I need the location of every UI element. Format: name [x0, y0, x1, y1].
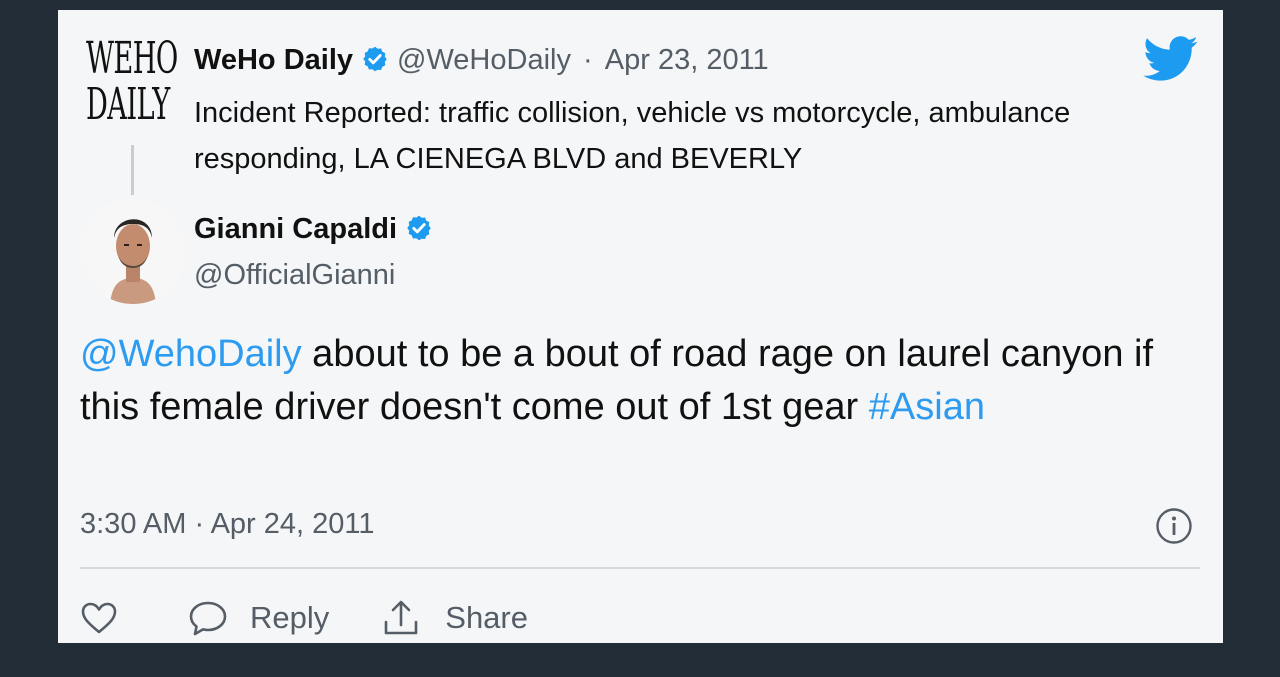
avatar[interactable] — [80, 198, 186, 304]
mention-link[interactable]: @WehoDaily — [80, 333, 302, 375]
info-icon[interactable] — [1155, 507, 1193, 545]
tweet-text: @WehoDaily about to be a bout of road ra… — [80, 328, 1190, 434]
avatar-image — [80, 198, 186, 304]
author-name[interactable]: Gianni Capaldi — [194, 213, 397, 245]
thread-connector-line — [131, 145, 134, 195]
parent-author-name[interactable]: WeHo Daily — [194, 44, 353, 76]
parent-author-row: WeHo Daily @WeHoDaily · Apr 23, 2011 — [194, 44, 769, 77]
verified-badge-icon — [407, 215, 431, 241]
action-bar: Reply Share — [80, 593, 528, 643]
reply-bubble-icon — [189, 601, 227, 636]
hashtag-link[interactable]: #Asian — [869, 386, 985, 428]
divider — [80, 567, 1200, 569]
author-row: Gianni Capaldi — [194, 213, 433, 246]
parent-tweet-text: Incident Reported: traffic collision, ve… — [194, 97, 1071, 175]
reply-label: Reply — [250, 600, 330, 635]
share-icon — [384, 600, 418, 635]
author-handle[interactable]: @OfficialGianni — [194, 259, 395, 292]
twitter-bird-icon[interactable] — [1143, 36, 1199, 82]
like-button[interactable] — [80, 601, 118, 635]
verified-badge-icon — [363, 46, 387, 72]
heart-icon — [81, 602, 117, 634]
share-label: Share — [445, 600, 528, 635]
tweet-timestamp[interactable]: 3:30 AM · Apr 24, 2011 — [80, 508, 375, 541]
parent-date[interactable]: Apr 23, 2011 — [605, 44, 769, 76]
tweet-card: WEHO DAILY WeHo Daily @WeHoDaily · Apr 23… — [58, 10, 1223, 643]
reply-button[interactable]: Reply — [188, 600, 329, 636]
parent-handle[interactable]: @WeHoDaily — [397, 44, 571, 76]
separator-dot: · — [583, 44, 593, 76]
logo-line-2: DAILY — [86, 79, 170, 130]
share-button[interactable]: Share — [381, 598, 528, 638]
weho-daily-logo[interactable]: WEHO DAILY — [86, 33, 178, 136]
logo-line-1: WEHO — [86, 33, 178, 84]
